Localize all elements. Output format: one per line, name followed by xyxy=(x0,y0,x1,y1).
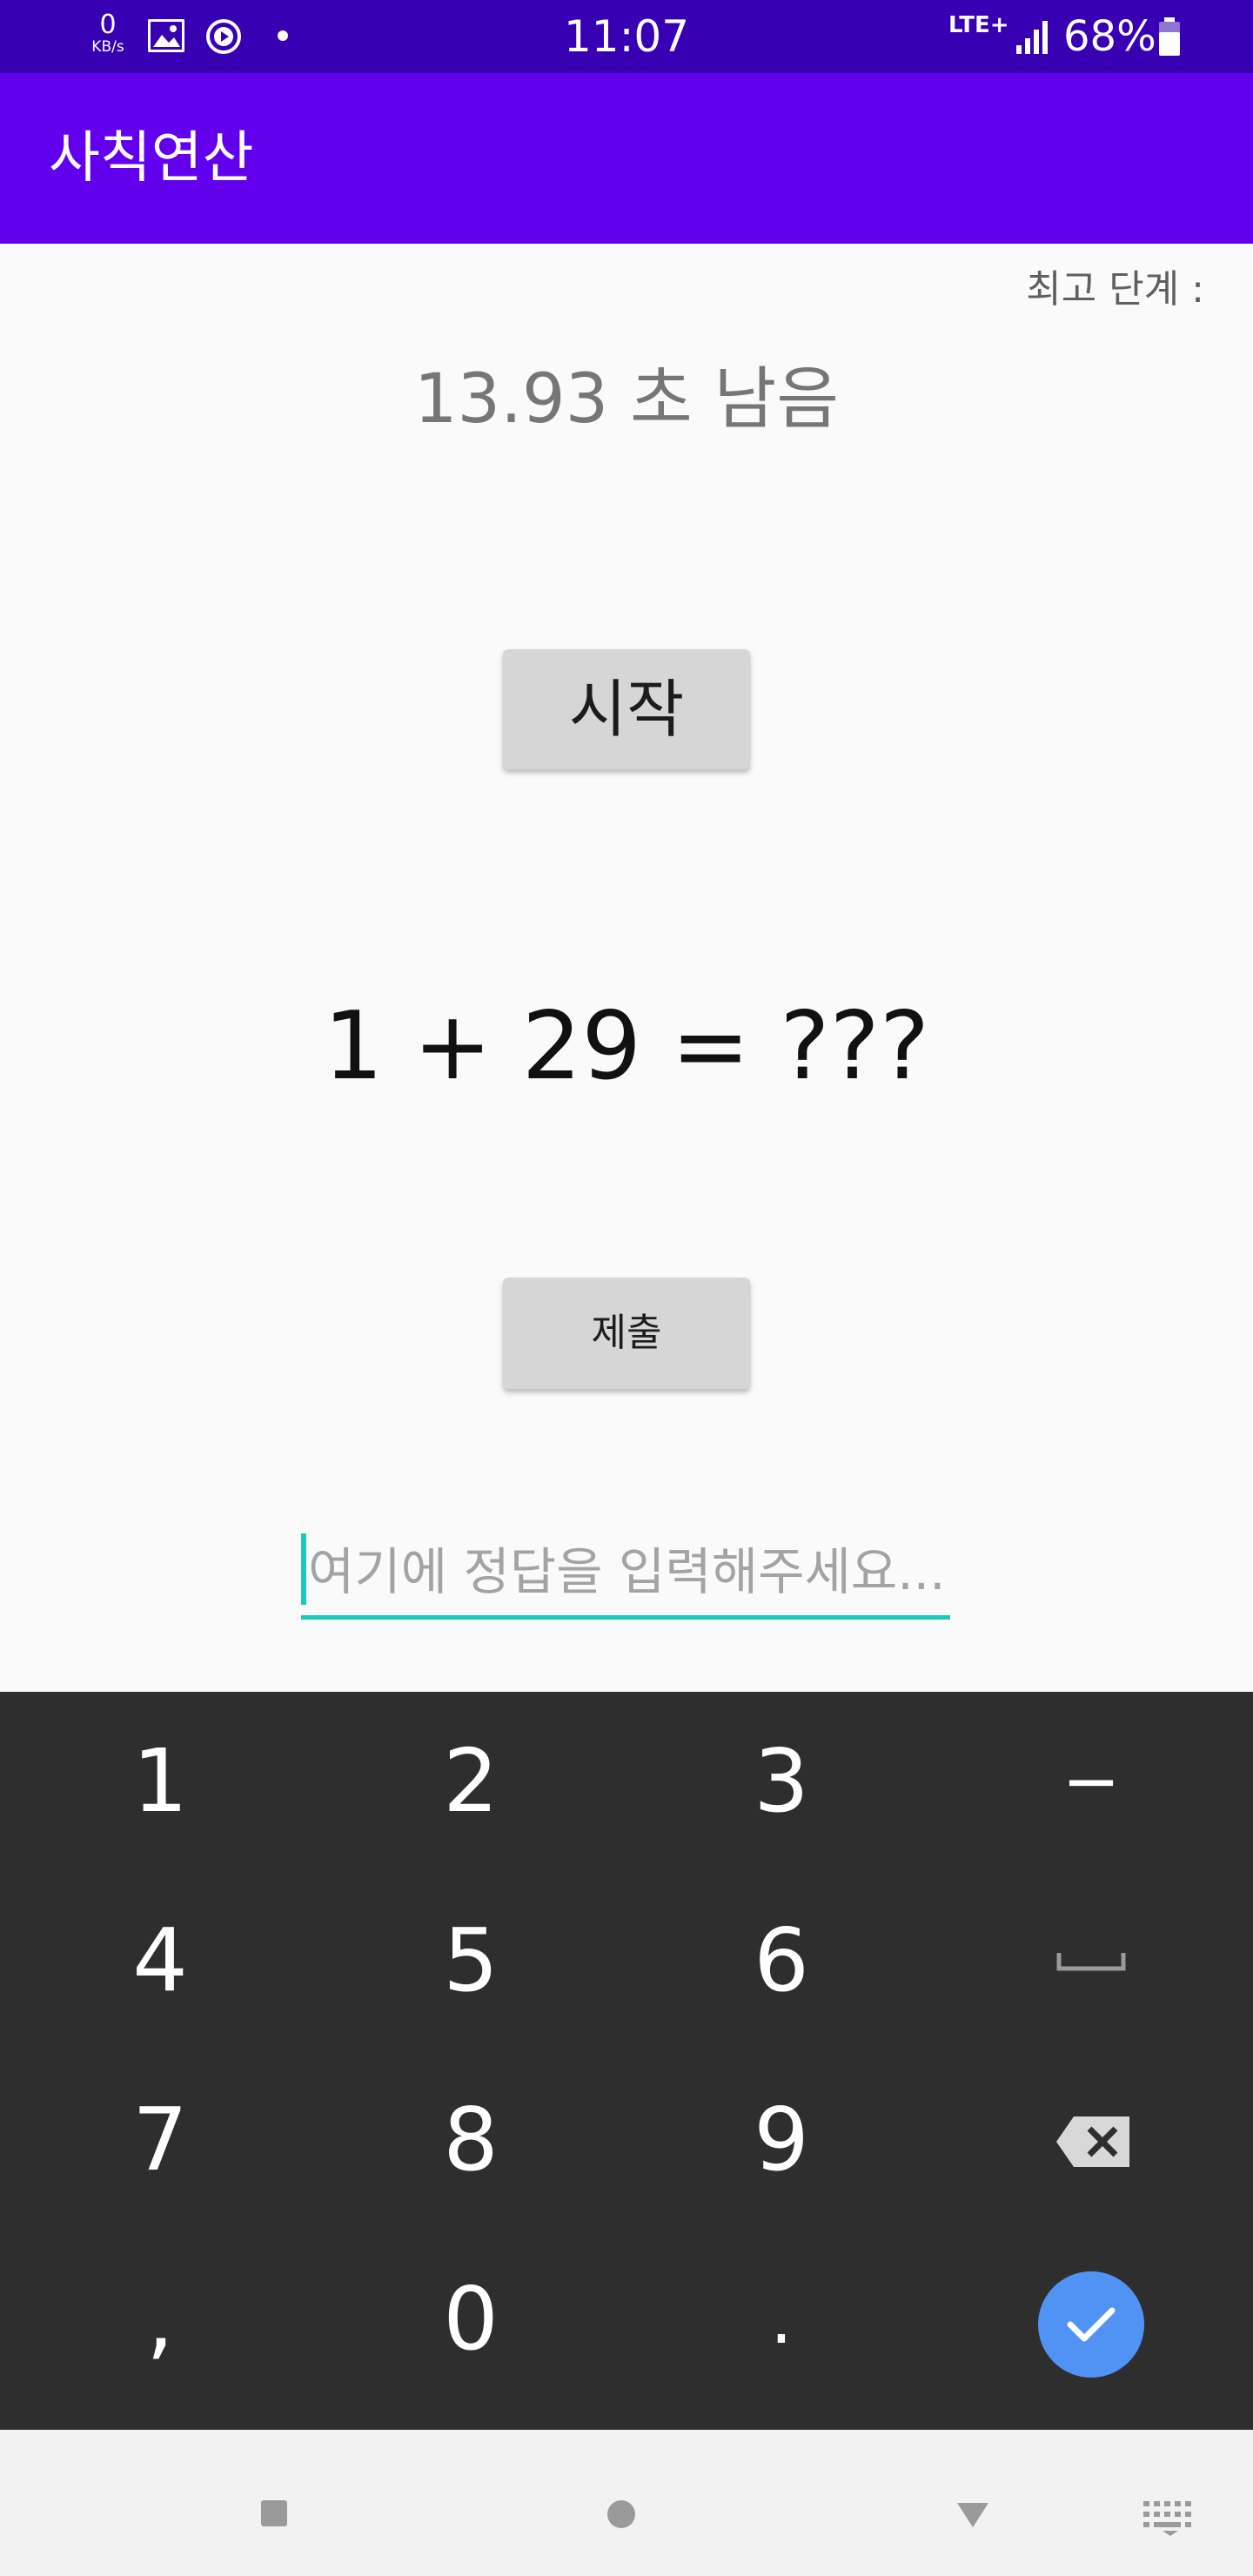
key-backspace[interactable] xyxy=(935,2050,1248,2230)
answer-field[interactable] xyxy=(301,1532,950,1620)
key-9[interactable]: 9 xyxy=(625,2050,938,2230)
key-2[interactable]: 2 xyxy=(314,1692,627,1871)
key-5[interactable]: 5 xyxy=(314,1871,627,2050)
key-period[interactable]: . xyxy=(625,2230,938,2409)
key-8[interactable]: 8 xyxy=(314,2050,627,2230)
home-icon[interactable] xyxy=(606,2499,636,2529)
done-key[interactable] xyxy=(1038,2271,1144,2378)
space-icon xyxy=(1056,1953,1126,1971)
problem-text: 1 + 29 = ??? xyxy=(323,992,930,1101)
start-button[interactable]: 시작 xyxy=(503,649,750,769)
backspace-icon xyxy=(1056,2116,1129,2167)
app-title: 사칙연산 xyxy=(49,126,254,191)
submit-button[interactable]: 제출 xyxy=(503,1278,750,1389)
battery-icon xyxy=(1159,17,1180,56)
best-level-label: 최고 단계 : xyxy=(1026,267,1204,312)
navigation-bar xyxy=(0,2430,1253,2576)
key-7[interactable]: 7 xyxy=(3,2050,317,2230)
recent-apps-icon[interactable] xyxy=(260,2499,288,2527)
signal-icon xyxy=(1016,21,1048,54)
text-cursor xyxy=(301,1533,306,1605)
key-3[interactable]: 3 xyxy=(625,1692,938,1871)
check-icon xyxy=(1067,2307,1116,2342)
status-bar: 0 KB/s 11:07 LTE+ 68% xyxy=(0,0,1253,73)
key-minus[interactable]: − xyxy=(935,1692,1248,1871)
key-6[interactable]: 6 xyxy=(625,1871,938,2050)
timer-text: 13.93 초 남음 xyxy=(413,360,840,439)
key-4[interactable]: 4 xyxy=(3,1871,317,2050)
battery-percent: 68% xyxy=(1063,12,1156,61)
key-1[interactable]: 1 xyxy=(3,1692,317,1871)
network-type: LTE+ xyxy=(948,12,1009,38)
answer-input[interactable] xyxy=(308,1532,943,1612)
keyboard-switch-icon[interactable] xyxy=(1142,2499,1199,2536)
key-space[interactable] xyxy=(935,1871,1248,2050)
back-icon[interactable] xyxy=(957,2503,988,2527)
key-comma[interactable]: , xyxy=(3,2230,317,2409)
key-0[interactable]: 0 xyxy=(314,2230,627,2409)
